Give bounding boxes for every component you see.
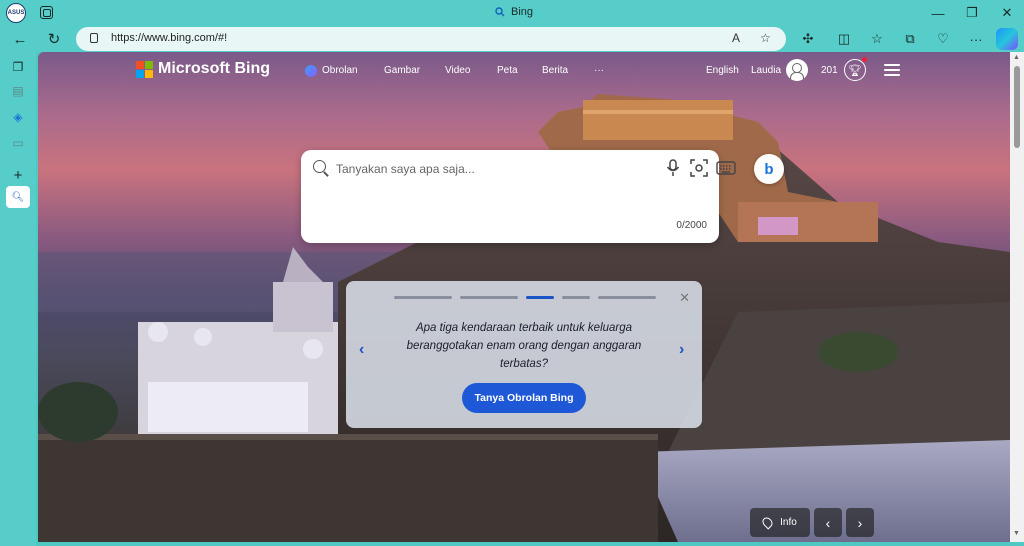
web-content: Microsoft Bing Obrolan Gambar Video Peta…: [38, 52, 1010, 542]
char-count: 0/2000: [676, 220, 707, 231]
carousel-dot[interactable]: [598, 296, 656, 299]
carousel-dot-active[interactable]: [526, 296, 554, 299]
close-icon[interactable]: ✕: [679, 290, 690, 306]
search-icon: [495, 7, 505, 17]
search-input[interactable]: [336, 160, 646, 178]
ask-bing-chat-button[interactable]: Tanya Obrolan Bing: [462, 383, 586, 413]
nav-videos[interactable]: Video: [445, 65, 470, 76]
chevron-right-icon[interactable]: ›: [679, 341, 684, 359]
visual-search-icon[interactable]: [689, 158, 709, 178]
add-icon[interactable]: +: [9, 166, 27, 184]
tab-actions-icon[interactable]: ❐: [9, 58, 27, 76]
next-image-button[interactable]: ›: [846, 508, 874, 537]
copilot-icon[interactable]: [996, 28, 1018, 50]
carousel-dot[interactable]: [394, 296, 452, 299]
close-button[interactable]: ✕: [997, 4, 1017, 22]
nav-more[interactable]: ···: [594, 65, 604, 76]
info-label: Info: [780, 517, 797, 528]
search-sidebar-icon[interactable]: 🔍︎: [6, 186, 30, 208]
bing-chat-icon[interactable]: b: [754, 154, 784, 184]
scrollbar-thumb[interactable]: [1014, 66, 1020, 148]
keyboard-icon[interactable]: [715, 158, 737, 178]
nav-maps[interactable]: Peta: [497, 65, 518, 76]
nav-chat[interactable]: Obrolan: [322, 65, 358, 76]
restore-button[interactable]: ❐: [962, 4, 982, 22]
chat-icon: [305, 65, 317, 77]
microphone-icon[interactable]: [663, 158, 683, 178]
reward-points[interactable]: 201: [821, 65, 838, 76]
favorite-icon[interactable]: ☆: [760, 31, 771, 45]
chat-suggestion-card: ✕ ‹ Apa tiga kendaraan terbaik untuk kel…: [346, 281, 702, 428]
split-screen-icon[interactable]: ◫: [836, 31, 852, 47]
scroll-down-icon[interactable]: ▼: [1013, 530, 1020, 537]
carousel-indicator: [394, 296, 656, 299]
browser-toolbar: ← ↻ https://www.bing.com/#! A ☆ ✣ ◫ ☆ ⧉ …: [0, 26, 1024, 52]
microsoft-logo-icon: [136, 61, 153, 78]
user-name[interactable]: Laudia: [751, 65, 781, 76]
scrollbar[interactable]: ▲ ▼: [1010, 52, 1024, 542]
back-icon[interactable]: ←: [10, 29, 30, 49]
tab-title-text: Bing: [511, 6, 534, 18]
search-box: 0/2000: [301, 150, 736, 243]
bing-logo[interactable]: Microsoft Bing: [136, 60, 270, 78]
carousel-dot[interactable]: [562, 296, 590, 299]
avatar[interactable]: [786, 59, 808, 81]
title-bar: ASUS Bing — ❐ ✕: [0, 0, 1024, 26]
history-icon[interactable]: ▤: [9, 82, 27, 100]
extensions-icon[interactable]: ✣: [800, 31, 816, 47]
minimize-button[interactable]: —: [928, 4, 948, 22]
collections-icon[interactable]: ⧉: [902, 31, 918, 47]
location-pin-icon: [760, 515, 775, 530]
tools-icon[interactable]: ▭: [9, 134, 27, 152]
url-text[interactable]: https://www.bing.com/#!: [111, 32, 227, 44]
info-button[interactable]: Info: [750, 508, 810, 537]
performance-icon[interactable]: ♡: [935, 31, 951, 47]
previous-image-button[interactable]: ‹: [814, 508, 842, 537]
lock-icon: [90, 33, 98, 43]
workspaces-icon[interactable]: [40, 6, 53, 19]
chevron-left-icon[interactable]: ‹: [359, 341, 364, 359]
language-link[interactable]: English: [706, 65, 739, 76]
shopping-icon[interactable]: ◈: [9, 108, 27, 126]
nav-images[interactable]: Gambar: [384, 65, 420, 76]
address-bar[interactable]: https://www.bing.com/#! A ☆: [76, 27, 786, 51]
refresh-icon[interactable]: ↻: [44, 29, 64, 49]
rewards-icon[interactable]: 🏆︎: [844, 59, 866, 81]
more-icon[interactable]: ···: [968, 31, 984, 47]
carousel-dot[interactable]: [460, 296, 518, 299]
menu-icon[interactable]: [884, 64, 900, 76]
scroll-up-icon[interactable]: ▲: [1013, 54, 1020, 61]
bing-logo-text: Microsoft Bing: [158, 60, 270, 77]
nav-news[interactable]: Berita: [542, 65, 568, 76]
profile-icon[interactable]: ASUS: [6, 3, 26, 23]
search-icon: [313, 160, 329, 176]
favorites-icon[interactable]: ☆: [869, 31, 885, 47]
notification-dot: [862, 57, 867, 62]
tab-title[interactable]: Bing: [495, 6, 533, 18]
browser-sidebar: ❐ ▤ ◈ ▭ 🔍︎ +: [0, 52, 36, 546]
read-aloud-icon[interactable]: A: [732, 31, 740, 45]
suggestion-text: Apa tiga kendaraan terbaik untuk keluarg…: [406, 322, 642, 370]
